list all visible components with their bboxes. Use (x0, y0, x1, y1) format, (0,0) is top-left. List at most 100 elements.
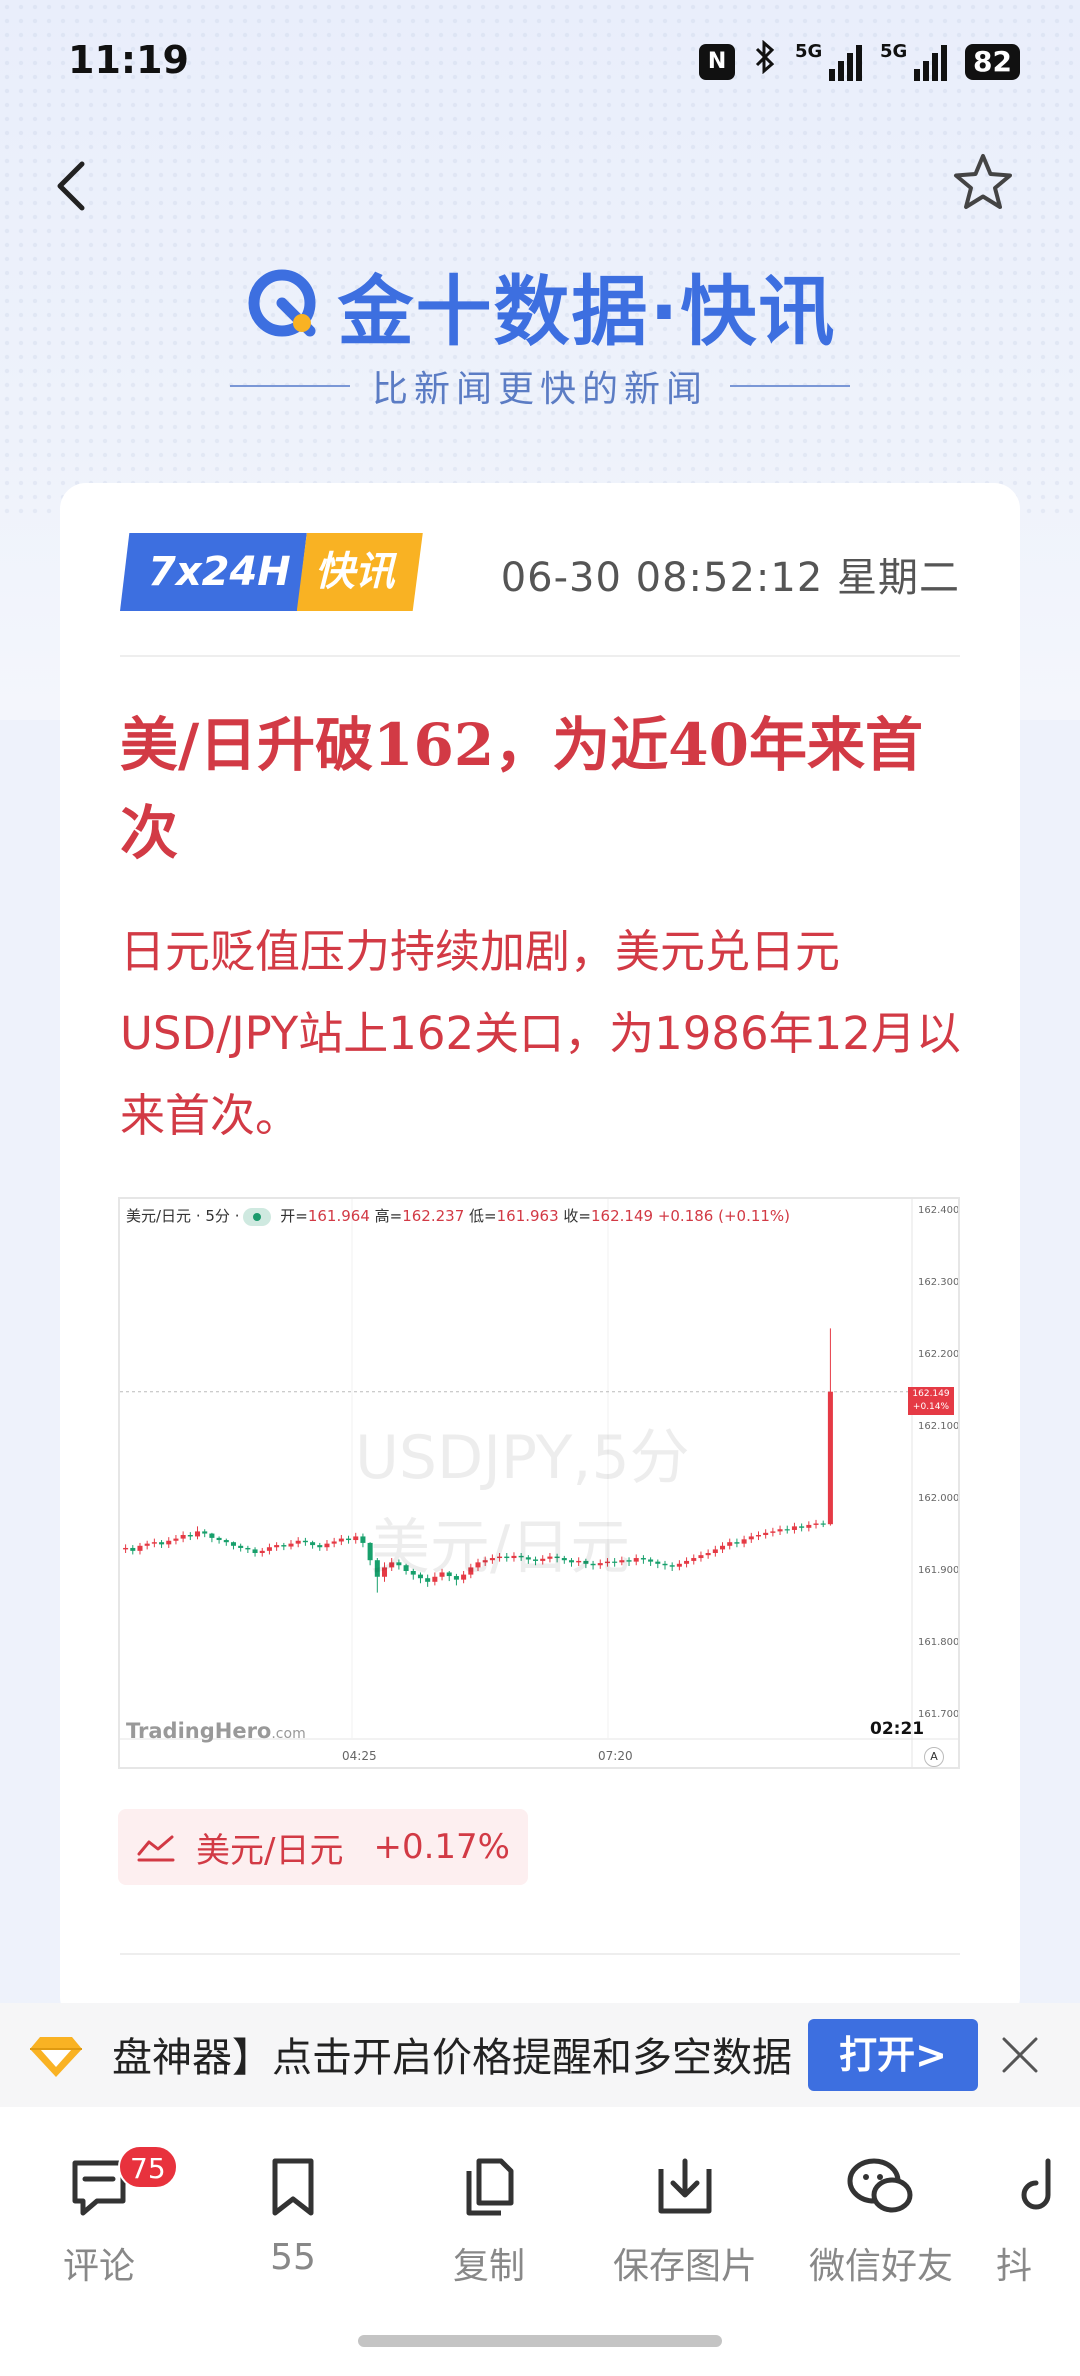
live-indicator-icon (243, 1207, 272, 1226)
candle-body (202, 1531, 208, 1534)
candle-body (662, 1563, 668, 1566)
candle-body (209, 1533, 215, 1538)
slogan: 比新闻更快的新闻 (371, 369, 708, 410)
save-image-button[interactable]: 保存图片 (600, 2155, 770, 2289)
chart-high: 162.237 (402, 1207, 465, 1225)
comment-label: 评论 (62, 2246, 135, 2287)
candle-body (331, 1541, 337, 1544)
douyin-share-label: 抖 (996, 2246, 1033, 2287)
candle-body (173, 1538, 179, 1541)
douyin-share-button[interactable]: 抖 (990, 2155, 1080, 2289)
status-bar: 11:19 N 5G 5G 82 (0, 0, 1080, 120)
bookmark-count: 55 (270, 2237, 316, 2278)
candle-body (720, 1545, 726, 1550)
jin10-logo-icon (248, 269, 316, 337)
quote-change: +0.17% (373, 1827, 510, 1867)
promo-text: 盘神器】点击开启价格提醒和多空数据 (112, 2035, 792, 2081)
x-tick-label: 07:20 (598, 1749, 633, 1763)
candle-body (130, 1547, 136, 1551)
chart-watermark-name: 美元/日元 (370, 1513, 631, 1583)
y-tick-label: 162.400 (918, 1205, 960, 1216)
candle-body (324, 1543, 330, 1548)
candle-body (806, 1524, 812, 1528)
candle-body (295, 1540, 301, 1544)
status-time: 11:19 (68, 38, 189, 82)
candle-body (346, 1538, 352, 1541)
y-tick-label: 162.300 (918, 1277, 960, 1288)
candle-body (194, 1531, 201, 1537)
chevron-left-icon (57, 161, 85, 211)
candle-body (748, 1536, 754, 1540)
copy-icon (466, 2158, 514, 2216)
comment-count-badge: 75 (118, 2145, 178, 2189)
comment-button[interactable]: 评论 75 (14, 2145, 184, 2289)
candle-body (741, 1539, 747, 1544)
slogan-line-right (730, 385, 850, 387)
douyin-icon (1021, 2158, 1051, 2210)
bookmark-button[interactable]: 55 (208, 2155, 378, 2278)
candle-body (813, 1523, 819, 1525)
article-summary: 日元贬值压力持续加剧，美元兑日元USD/JPY站上162关口，为1986年12月… (120, 925, 961, 1142)
cellular-signal-icon-1: 5G (795, 41, 863, 81)
download-icon (658, 2158, 712, 2214)
chart-open: 161.964 (307, 1207, 370, 1225)
save-image-label: 保存图片 (612, 2246, 757, 2287)
wechat-share-label: 微信好友 (808, 2246, 953, 2287)
publish-datetime: 06-30 08:52:12 星期二 (500, 555, 960, 601)
favorite-button[interactable] (950, 150, 1016, 216)
candle-body (691, 1558, 697, 1561)
y-tick-label: 161.800 (918, 1637, 960, 1648)
wechat-share-button[interactable]: 微信好友 (796, 2155, 966, 2289)
badge-flash: 快讯 (296, 533, 423, 611)
promo-bar[interactable]: 盘神器】点击开启价格提醒和多空数据 打开> (0, 2003, 1080, 2107)
candle-body (259, 1550, 265, 1553)
chart-symbol: 美元/日元 (126, 1207, 192, 1225)
candle-body (338, 1538, 344, 1542)
auto-scale-button[interactable]: A (924, 1747, 944, 1767)
candle-body (791, 1526, 797, 1530)
slogan-line-left (229, 385, 350, 387)
candle-body (302, 1540, 308, 1543)
brand-title: 金十数据·快讯 (337, 267, 837, 356)
candle-body (223, 1540, 229, 1543)
candle-body (784, 1529, 790, 1531)
chart-watermark-symbol: USDJPY,5分 (355, 1423, 690, 1493)
copy-button[interactable]: 复制 (404, 2155, 574, 2289)
price-chart[interactable]: 美元/日元 · 5分 · 开=161.964 高=162.237 低=161.9… (118, 1197, 960, 1769)
candle-body (266, 1547, 272, 1551)
status-icons: N 5G 5G 82 (699, 39, 1020, 83)
candle-body (137, 1545, 143, 1551)
candle-body (684, 1560, 690, 1564)
chart-brand-watermark: TradingHero.com (126, 1719, 306, 1743)
bluetooth-icon (753, 39, 777, 83)
candle-body (763, 1532, 769, 1535)
candle-body (166, 1540, 172, 1545)
candle-body (799, 1526, 805, 1528)
quote-name: 美元/日元 (196, 1830, 344, 1871)
quote-chip[interactable]: 美元/日元 +0.17% (118, 1809, 528, 1885)
candle-body (252, 1549, 258, 1553)
star-outline-icon (954, 154, 1012, 209)
battery-icon: 82 (965, 43, 1020, 80)
y-tick-label: 162.100 (918, 1421, 960, 1432)
candle-body (317, 1545, 323, 1548)
chart-change: +0.186 (657, 1207, 714, 1225)
wechat-icon (847, 2158, 913, 2213)
y-tick-label: 162.000 (918, 1493, 960, 1504)
candle-body (274, 1545, 280, 1548)
candle-body (655, 1561, 661, 1564)
nfc-icon: N (699, 43, 736, 80)
divider-bottom (120, 1953, 960, 1955)
candle-body (734, 1542, 740, 1544)
article-headline: 美/日升破162，为近40年来首次 (120, 711, 923, 867)
x-tick-label: 04:25 (342, 1749, 377, 1763)
brand-banner: 金十数据·快讯 (0, 250, 1080, 360)
candle-body (353, 1536, 359, 1541)
chart-ohlc-header: 美元/日元 · 5分 · 开=161.964 高=162.237 低=161.9… (126, 1207, 791, 1226)
close-icon[interactable] (1000, 2035, 1040, 2075)
y-tick-label: 161.900 (918, 1565, 960, 1576)
candle-body (288, 1543, 294, 1547)
back-button[interactable] (48, 150, 108, 220)
y-tick-label: 161.700 (918, 1709, 960, 1720)
open-button[interactable]: 打开> (808, 2019, 978, 2091)
